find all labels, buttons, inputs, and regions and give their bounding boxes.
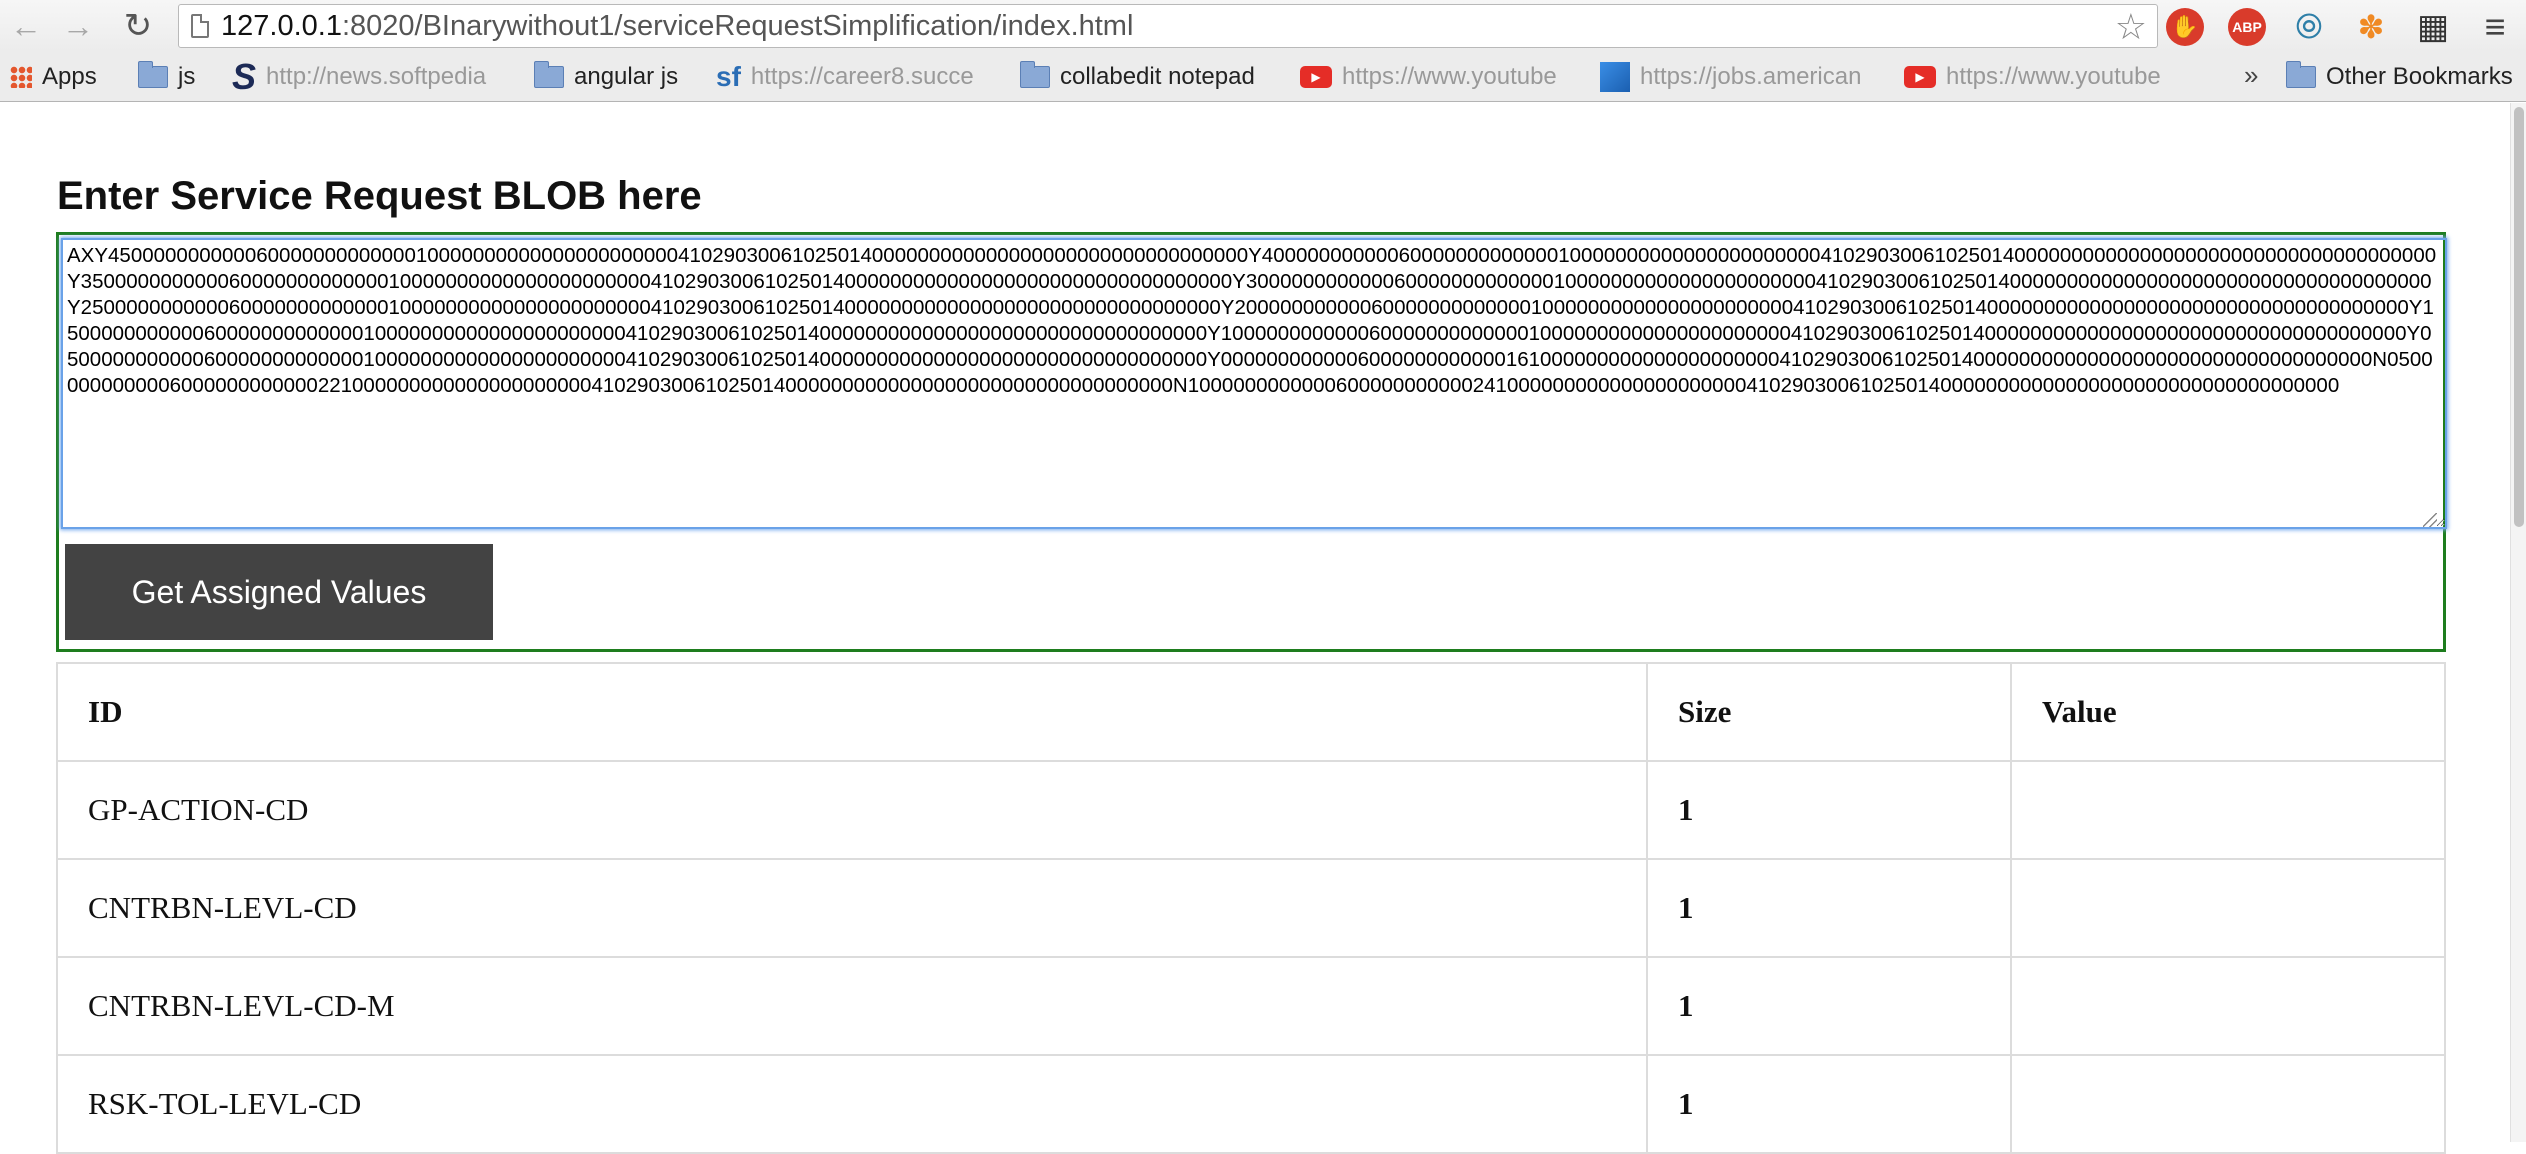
bird-icon[interactable]: ✽	[2352, 8, 2390, 46]
bookmark-label: collabedit notepad	[1060, 63, 1255, 90]
cell-size: 1	[1646, 1054, 2012, 1154]
apps-icon	[10, 66, 32, 88]
table-row: GP-ACTION-CD 1	[56, 760, 2446, 860]
film-icon[interactable]: ▦	[2414, 8, 2452, 46]
header-id: ID	[56, 662, 1648, 762]
address-bar[interactable]: 127.0.0.1:8020/BInarywithout1/serviceReq…	[178, 4, 2158, 48]
cell-id: RSK-TOL-LEVL-CD	[56, 1054, 1648, 1154]
table-header-row: ID Size Value	[56, 662, 2446, 762]
bookmark-label: angular js	[574, 63, 679, 90]
reload-icon[interactable]: ↻	[122, 9, 154, 43]
cell-size: 1	[1646, 760, 2012, 860]
bookmark-label: http://news.softpedia	[266, 63, 487, 90]
cell-size: 1	[1646, 956, 2012, 1056]
url-text[interactable]: 127.0.0.1:8020/BInarywithout1/serviceReq…	[221, 10, 1133, 43]
bookmark-label: Apps	[42, 63, 97, 90]
bookmarks-bar: Apps js S http://news.softpedia angular …	[0, 52, 2526, 102]
folder-icon	[534, 61, 564, 88]
header-size: Size	[1646, 662, 2012, 762]
softpedia-icon: S	[232, 60, 257, 94]
bookmark-label: https://www.youtube	[1342, 63, 1557, 90]
bookmark-youtube-1[interactable]: ▶ https://www.youtube	[1300, 60, 1572, 94]
bookmarks-overflow-icon[interactable]: »	[2244, 60, 2258, 91]
table-row: CNTRBN-LEVL-CD-M 1	[56, 956, 2446, 1056]
blob-form: AXY4500000000000600000000000001000000000…	[56, 232, 2447, 652]
folder-icon	[138, 61, 168, 88]
jobs-icon	[1600, 62, 1630, 92]
page-scrollbar[interactable]	[2510, 103, 2526, 1142]
sf-icon: sf	[716, 61, 741, 92]
bookmark-label: Other Bookmarks	[2326, 63, 2513, 90]
folder-icon	[1020, 61, 1050, 88]
youtube-icon: ▶	[1300, 66, 1332, 88]
bookmark-apps[interactable]: Apps	[10, 60, 97, 94]
youtube-icon: ▶	[1904, 66, 1936, 88]
blob-textarea[interactable]: AXY4500000000000600000000000001000000000…	[61, 238, 2447, 529]
bookmark-youtube-2[interactable]: ▶ https://www.youtube	[1904, 60, 2176, 94]
abp-icon[interactable]: ABP	[2228, 8, 2266, 46]
browser-toolbar: ← → ↻ 127.0.0.1:8020/BInarywithout1/serv…	[0, 0, 2526, 52]
cell-value	[2010, 760, 2446, 860]
resize-grip-icon[interactable]	[2423, 513, 2437, 527]
cell-size: 1	[1646, 858, 2012, 958]
cell-value	[2010, 1054, 2446, 1154]
cell-value	[2010, 956, 2446, 1056]
page-heading: Enter Service Request BLOB here	[57, 174, 702, 218]
page-icon	[191, 14, 209, 38]
bookmark-label: https://jobs.american	[1640, 63, 1862, 90]
stop-icon[interactable]: ✋	[2166, 8, 2204, 46]
bookmark-jobs[interactable]: https://jobs.american	[1600, 60, 1872, 94]
cell-id: CNTRBN-LEVL-CD	[56, 858, 1648, 958]
bookmark-angular[interactable]: angular js	[534, 60, 678, 94]
bookmark-label: https://www.youtube	[1946, 63, 2161, 90]
bookmark-label: js	[178, 63, 196, 90]
results-table: ID Size Value GP-ACTION-CD 1 CNTRBN-LEVL…	[56, 662, 2446, 1154]
cell-id: GP-ACTION-CD	[56, 760, 1648, 860]
forward-icon[interactable]: →	[62, 10, 94, 42]
get-assigned-values-button[interactable]: Get Assigned Values	[65, 544, 493, 640]
header-value: Value	[2010, 662, 2446, 762]
url-host: 127.0.0.1	[221, 9, 342, 42]
table-row: CNTRBN-LEVL-CD 1	[56, 858, 2446, 958]
bookmark-other[interactable]: Other Bookmarks	[2286, 60, 2513, 94]
wave-icon[interactable]: ⦾	[2290, 8, 2328, 46]
cell-value	[2010, 858, 2446, 958]
url-path: :8020/BInarywithout1/serviceRequestSimpl…	[341, 9, 1134, 42]
back-icon[interactable]: ←	[10, 10, 42, 42]
bookmark-star-icon[interactable]: ☆	[2115, 7, 2147, 47]
scroll-thumb[interactable]	[2514, 107, 2524, 527]
table-row: RSK-TOL-LEVL-CD 1	[56, 1054, 2446, 1154]
bookmark-softpedia[interactable]: S http://news.softpedia	[232, 60, 508, 94]
cell-id: CNTRBN-LEVL-CD-M	[56, 956, 1648, 1056]
folder-icon	[2286, 61, 2316, 88]
bookmark-label: https://career8.succe	[750, 63, 974, 90]
bookmark-collabedit[interactable]: collabedit notepad	[1020, 60, 1255, 94]
bookmark-js[interactable]: js	[138, 60, 195, 94]
menu-icon[interactable]: ≡	[2476, 6, 2514, 47]
bookmark-career[interactable]: sf https://career8.succe	[716, 60, 990, 94]
